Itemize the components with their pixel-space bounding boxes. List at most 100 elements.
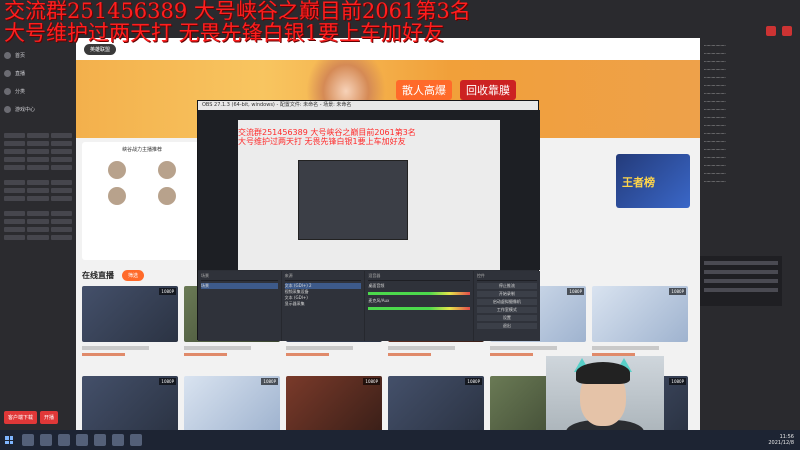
obs-window[interactable]: OBS 27.1.3 (64-bit, windows) - 配置文件: 未命名… xyxy=(197,100,540,341)
avatar[interactable] xyxy=(108,187,126,205)
category-link[interactable] xyxy=(27,211,49,216)
category-link[interactable] xyxy=(27,227,49,232)
category-link[interactable] xyxy=(27,235,49,240)
category-link[interactable] xyxy=(27,219,49,224)
start-button[interactable] xyxy=(0,430,18,450)
sidebar-item-category[interactable]: 分类 xyxy=(4,82,72,100)
folder-icon[interactable] xyxy=(76,434,88,446)
quality-badge: 1080P xyxy=(261,378,278,385)
category-link[interactable] xyxy=(50,141,72,146)
source-item[interactable]: 显示器采集 xyxy=(285,301,362,307)
app-icon[interactable] xyxy=(112,434,124,446)
obs-preview-canvas: 交流群251456389 大号峡谷之巅目前2061第3名 大号维护过两天打 无畏… xyxy=(238,120,500,270)
category-link[interactable] xyxy=(50,219,72,224)
category-link[interactable] xyxy=(4,141,26,146)
category-link[interactable] xyxy=(27,157,49,162)
exit-button[interactable]: 退出 xyxy=(476,323,537,329)
stream-card[interactable]: 1080P xyxy=(286,376,382,430)
stream-card[interactable]: 1080P xyxy=(388,376,484,430)
category-link[interactable] xyxy=(50,211,72,216)
category-link[interactable] xyxy=(50,157,72,162)
chat-message: ················· xyxy=(704,51,726,56)
stream-thumbnail[interactable]: 1080P xyxy=(82,376,178,430)
clock[interactable]: 11:56 2021/12/8 xyxy=(768,434,794,446)
start-broadcast-button[interactable]: 开播 xyxy=(40,411,59,424)
category-link[interactable] xyxy=(27,133,49,138)
category-link[interactable] xyxy=(4,235,26,240)
avatar[interactable] xyxy=(158,161,176,179)
start-recording-button[interactable]: 开始录制 xyxy=(476,291,537,297)
app-icon[interactable] xyxy=(130,434,142,446)
category-link[interactable] xyxy=(50,196,72,201)
category-link[interactable] xyxy=(4,133,26,138)
category-link[interactable] xyxy=(4,180,26,185)
category-link[interactable] xyxy=(4,165,26,170)
category-link[interactable] xyxy=(50,227,72,232)
category-link[interactable] xyxy=(4,188,26,193)
settings-button[interactable]: 设置 xyxy=(476,315,537,321)
quality-badge: 1080P xyxy=(567,288,584,295)
category-link[interactable] xyxy=(27,180,49,185)
stream-card[interactable]: 1080P xyxy=(184,376,280,430)
category-link[interactable] xyxy=(50,188,72,193)
stream-thumbnail[interactable]: 1080P xyxy=(388,376,484,430)
sources-dock-title: 来源 xyxy=(284,273,362,281)
category-link[interactable] xyxy=(50,180,72,185)
studio-mode-button[interactable]: 工作室模式 xyxy=(476,307,537,313)
close-icon[interactable] xyxy=(782,26,792,36)
stream-thumbnail[interactable]: 1080P xyxy=(592,286,688,342)
stream-card[interactable]: 1080P xyxy=(82,286,178,368)
category-link[interactable] xyxy=(4,157,26,162)
game-logo[interactable]: 英雄联盟 xyxy=(84,43,117,55)
browser-icon[interactable] xyxy=(58,434,70,446)
avatar[interactable] xyxy=(108,161,126,179)
sidebar-item-live[interactable]: 直播 xyxy=(4,64,72,82)
category-link[interactable] xyxy=(50,235,72,240)
client-download-button[interactable]: 客户端下载 xyxy=(4,411,38,424)
sidebar-bottom-buttons: 客户端下载 开播 xyxy=(4,411,59,424)
taskbar-app-icons xyxy=(22,434,142,446)
sidebar-item-home[interactable]: 首页 xyxy=(4,46,72,64)
category-link[interactable] xyxy=(4,219,26,224)
category-link[interactable] xyxy=(27,165,49,170)
task-view-icon[interactable] xyxy=(40,434,52,446)
overlay-line-1: 交流群251456389 大号峡谷之巅目前2061第3名 xyxy=(4,0,471,23)
category-link[interactable] xyxy=(27,196,49,201)
category-link[interactable] xyxy=(4,149,26,154)
stream-card[interactable]: 1080P xyxy=(82,376,178,430)
category-link[interactable] xyxy=(4,196,26,201)
chat-message: ················· xyxy=(704,171,726,176)
category-link[interactable] xyxy=(4,211,26,216)
sidebar-item-game-center[interactable]: 游戏中心 xyxy=(4,100,72,118)
virtual-camera-button[interactable]: 启动虚拟摄像机 xyxy=(476,299,537,305)
scene-item[interactable]: 场景 xyxy=(201,283,278,289)
category-link[interactable] xyxy=(50,133,72,138)
category-link[interactable] xyxy=(4,227,26,232)
obs-icon[interactable] xyxy=(94,434,106,446)
chat-message: ················· xyxy=(704,179,726,184)
sidebar-category-section-1 xyxy=(0,130,76,173)
ranking-promo-card[interactable]: 王者榜 xyxy=(616,154,690,208)
chat-message: ················· xyxy=(704,163,726,168)
window-controls xyxy=(766,26,792,36)
avatar[interactable] xyxy=(158,187,176,205)
category-link[interactable] xyxy=(27,149,49,154)
filter-button[interactable]: 筛选 xyxy=(122,270,145,281)
obs-title-bar[interactable]: OBS 27.1.3 (64-bit, windows) - 配置文件: 未命名… xyxy=(198,101,538,110)
stream-thumbnail[interactable]: 1080P xyxy=(286,376,382,430)
category-link[interactable] xyxy=(50,149,72,154)
category-link[interactable] xyxy=(27,188,49,193)
category-link[interactable] xyxy=(50,165,72,170)
obs-preview[interactable]: 交流群251456389 大号峡谷之巅目前2061第3名 大号维护过两天打 无畏… xyxy=(198,110,540,270)
stop-streaming-button[interactable]: 停止推流 xyxy=(476,283,537,289)
scenes-dock-title: 场景 xyxy=(201,273,278,281)
quality-badge: 1080P xyxy=(669,378,686,385)
stream-thumbnail[interactable]: 1080P xyxy=(82,286,178,342)
stream-thumbnail[interactable]: 1080P xyxy=(184,376,280,430)
search-icon[interactable] xyxy=(22,434,34,446)
category-link[interactable] xyxy=(27,141,49,146)
obs-docks: 场景 场景 来源 文本 (GDI+) 2 视频采集设备 文本 (GDI+) 显示… xyxy=(198,271,540,341)
chat-message: ················· xyxy=(704,67,726,72)
sidebar: 首页 直播 分类 游戏中心 客户端下载 开播 xyxy=(0,38,76,430)
minimize-icon[interactable] xyxy=(766,26,776,36)
